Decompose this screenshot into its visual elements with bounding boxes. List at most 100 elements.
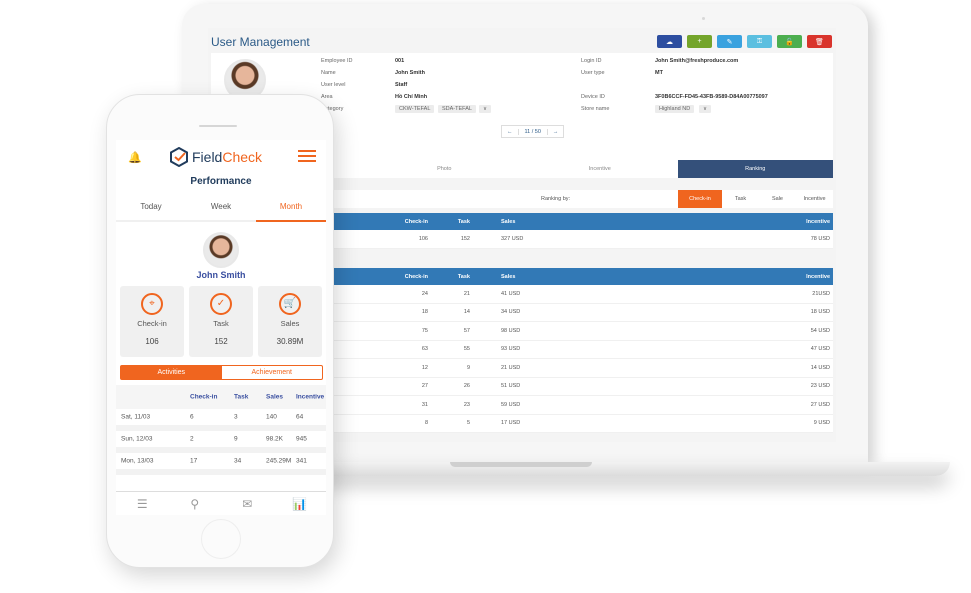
phone-frame: 🔔 FieldCheck Performance Today Week Mont… — [106, 94, 334, 568]
list-icon[interactable]: ☰ — [116, 492, 169, 515]
cell-incentive: 47 USD — [810, 346, 830, 353]
column-header[interactable]: Task — [458, 219, 470, 225]
segment-activities[interactable]: Activities — [121, 366, 222, 379]
cell-task: 3 — [234, 413, 238, 421]
delete-button[interactable]: 🗑 — [807, 35, 832, 48]
cell-checkin: 31 — [421, 401, 428, 408]
store-name-chip[interactable]: Highland ND — [655, 105, 695, 113]
category-chip[interactable]: SDA-TEFAL — [438, 105, 476, 113]
brand-second: Check — [222, 149, 263, 165]
column-header[interactable]: Incentive — [806, 274, 830, 280]
cell-task: 14 — [463, 309, 470, 316]
next-page-button[interactable]: → — [548, 129, 564, 135]
cell-date: Sun, 12/03 — [121, 435, 153, 443]
device-id-value: 3F0B6CCF-FD45-43FB-9589-D84A00775097 — [655, 94, 768, 100]
login-id-label: Login ID — [581, 58, 602, 64]
cell-incentive: 9 USD — [813, 420, 830, 427]
cell-task: 26 — [463, 383, 470, 390]
cell-incentive: 18 USD — [810, 309, 830, 316]
column-header[interactable]: Check-in — [405, 219, 428, 225]
table-row[interactable]: Mon, 13/03 17 34 245.29M 341 — [116, 453, 326, 475]
table-row[interactable]: Sat, 11/03 6 3 140 64 — [116, 409, 326, 431]
cell-task: 55 — [463, 346, 470, 353]
page-title: User Management — [211, 35, 310, 49]
upload-button[interactable]: ☁ — [657, 35, 682, 48]
chart-icon[interactable]: 📊 — [274, 492, 327, 515]
column-header: Task — [234, 393, 249, 401]
column-header[interactable]: Sales — [501, 219, 515, 225]
name-value: John Smith — [395, 70, 425, 76]
activities-table: Check-in Task Sales Incentive Sat, 11/03 6 3 14… — [116, 385, 326, 475]
cell-task: 152 — [460, 235, 470, 242]
unlock-button[interactable]: 🔓 — [777, 35, 802, 48]
device-id-label: Device ID — [581, 94, 605, 100]
name-label: Name — [321, 70, 336, 76]
column-header[interactable]: Incentive — [806, 219, 830, 225]
tab-photo[interactable]: Photo — [367, 160, 523, 178]
column-header: Check-in — [190, 393, 218, 401]
check-icon: ✓ — [210, 293, 232, 315]
cell-incentive: 341 — [296, 457, 307, 465]
store-name-label: Store name — [581, 106, 610, 112]
tab-ranking[interactable]: Ranking — [677, 160, 833, 178]
home-button[interactable] — [201, 519, 241, 559]
edit-button[interactable]: ✎ — [717, 35, 742, 48]
user-name: John Smith — [196, 270, 246, 280]
ranking-option-incentive[interactable]: Incentive — [796, 190, 833, 208]
cell-sales: 17 USD — [501, 420, 521, 427]
cell-sales: 98.2K — [266, 435, 283, 443]
ranking-option-checkin[interactable]: Check-in — [678, 190, 722, 208]
stat-card-sales: 🛒 Sales 30.89M — [258, 286, 322, 357]
cell-checkin: 2 — [190, 435, 194, 443]
avatar — [203, 232, 239, 268]
laptop-base — [260, 462, 950, 476]
store-more-button[interactable]: ∨ — [699, 105, 712, 113]
column-header: Incentive — [296, 393, 325, 401]
tab-month[interactable]: Month — [256, 192, 326, 222]
pager: ← 11 / 50 → — [501, 125, 565, 138]
category-more-button[interactable]: ∨ — [479, 105, 492, 113]
cell-sales: 41 USD — [501, 290, 521, 297]
cell-checkin: 75 — [421, 327, 428, 334]
bell-icon[interactable]: 🔔 — [128, 151, 142, 164]
prev-page-button[interactable]: ← — [502, 129, 518, 135]
segment-control: Activities Achievement — [120, 365, 323, 380]
chat-icon[interactable]: ✉ — [221, 492, 274, 515]
cell-checkin: 63 — [421, 346, 428, 353]
cell-incentive: 14 USD — [810, 364, 830, 371]
cell-incentive: 78 USD — [810, 235, 830, 242]
tab-week[interactable]: Week — [186, 192, 256, 220]
ranking-option-sale[interactable]: Sale — [759, 190, 796, 208]
cell-task: 34 — [234, 457, 242, 465]
tab-today[interactable]: Today — [116, 192, 186, 220]
tab-incentive[interactable]: Incentive — [522, 160, 678, 178]
table-header: Check-in Task Sales Incentive — [116, 385, 326, 409]
user-level-label: User level — [321, 82, 346, 88]
brand-first: Field — [192, 149, 223, 165]
cell-sales: 245.29M — [266, 457, 292, 465]
cart-icon: 🛒 — [279, 293, 301, 315]
add-button[interactable]: + — [687, 35, 712, 48]
cell-task: 57 — [463, 327, 470, 334]
ranking-option-task[interactable]: Task — [722, 190, 759, 208]
cell-date: Sat, 11/03 — [121, 413, 151, 421]
menu-icon[interactable] — [298, 150, 316, 165]
logo: FieldCheck — [170, 147, 262, 167]
toolbar: ☁ + ✎ ⚿ 🔓 🗑 — [657, 35, 832, 48]
column-header[interactable]: Check-in — [405, 274, 428, 280]
column-header[interactable]: Task — [458, 274, 470, 280]
stat-value: 30.89M — [276, 337, 304, 346]
cell-incentive: 64 — [296, 413, 304, 421]
map-pin-icon[interactable]: ⚲ — [169, 492, 222, 515]
user-type-value: MT — [655, 70, 663, 76]
area-value: Hồ Chí Minh — [395, 94, 428, 100]
table-row[interactable]: Sun, 12/03 2 9 98.2K 945 — [116, 431, 326, 453]
cell-task: 9 — [234, 435, 238, 443]
cell-incentive: 27 USD — [810, 401, 830, 408]
column-header[interactable]: Sales — [501, 274, 515, 280]
category-chip[interactable]: CKW-TEFAL — [395, 105, 435, 113]
key-button[interactable]: ⚿ — [747, 35, 772, 48]
bottom-nav: ☰ ⚲ ✉ 📊 — [116, 491, 326, 515]
segment-achievement[interactable]: Achievement — [222, 366, 323, 379]
cell-sales: 93 USD — [501, 346, 521, 353]
